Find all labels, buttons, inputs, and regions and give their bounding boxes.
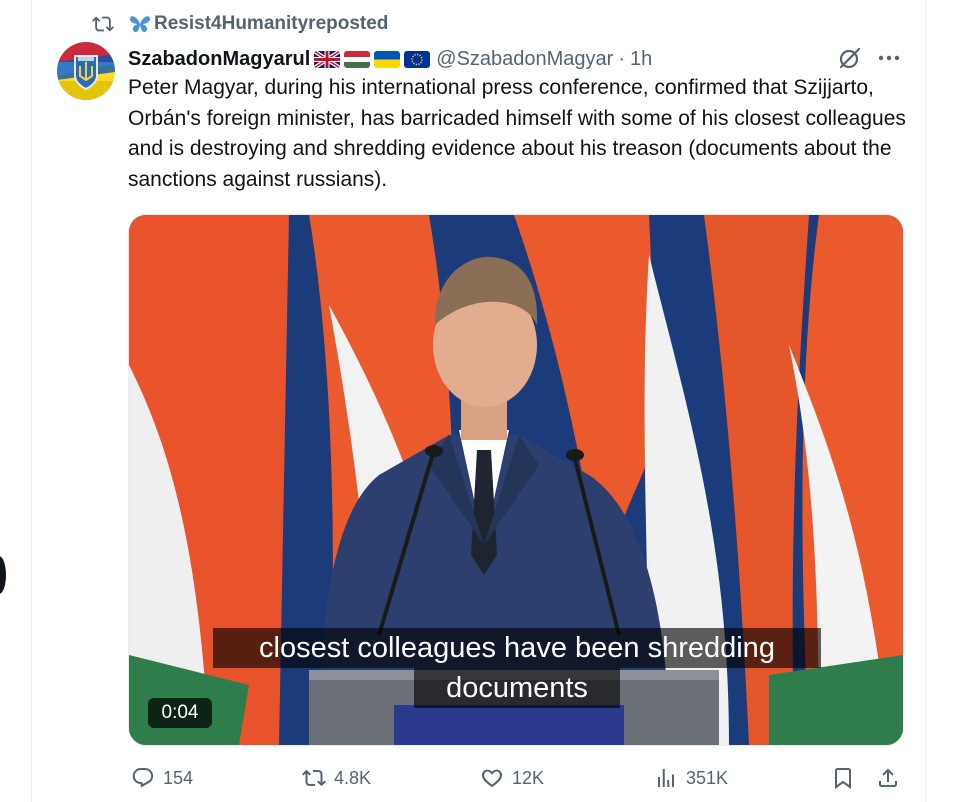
repost-suffix: reposted: [308, 13, 389, 34]
views-button[interactable]: 351K: [654, 762, 728, 794]
tweet-actions: 154 4.8K 12K 351K: [0, 762, 960, 794]
bookmark-button[interactable]: [831, 762, 863, 794]
repost-user[interactable]: Resist4Humanity: [154, 13, 308, 35]
timeline-left-border: [31, 0, 32, 802]
reply-button[interactable]: 154: [131, 762, 193, 794]
views-icon: [658, 769, 674, 787]
eu-flag-icon: [404, 50, 431, 68]
reply-count: 154: [163, 767, 194, 788]
views-count: 351K: [686, 767, 729, 788]
display-name[interactable]: SzabadonMagyarul: [128, 48, 310, 71]
ukraine-flag-icon: [374, 50, 401, 68]
timestamp-link[interactable]: 1h: [630, 48, 652, 71]
repost-button[interactable]: 4.8K: [302, 762, 371, 794]
video-caption-line-1: closest colleagues have been shredding: [213, 628, 821, 668]
separator-dot: ·: [618, 47, 626, 70]
repost-icon: [302, 769, 326, 787]
reply-icon: [132, 768, 154, 788]
offscreen-element-edge: [0, 556, 6, 594]
tweet-text: Peter Magyar, during his international p…: [128, 76, 906, 191]
heart-icon: [481, 769, 503, 788]
video-player[interactable]: closest colleagues have been shredding d…: [128, 214, 904, 746]
share-icon: [879, 768, 897, 787]
repost-count: 4.8K: [334, 767, 372, 788]
like-count: 12K: [512, 767, 545, 788]
like-button[interactable]: 12K: [480, 762, 544, 794]
handle[interactable]: @SzabadonMagyar: [436, 48, 613, 71]
hungary-flag-icon: [344, 50, 371, 68]
more-options-icon[interactable]: [876, 48, 902, 68]
video-caption-line-2: documents: [414, 668, 620, 708]
repost-icon: [92, 16, 114, 32]
bookmark-icon: [835, 768, 851, 789]
video-timestamp: 0:04: [148, 698, 212, 728]
uk-flag-icon: [314, 50, 341, 68]
share-button[interactable]: [876, 762, 908, 794]
tweet-header: SzabadonMagyarul @SzabadonMagyar · 1h: [128, 44, 652, 74]
grok-icon[interactable]: [837, 45, 863, 71]
timeline-right-border: [925, 0, 926, 802]
butterfly-icon: [130, 16, 150, 33]
repost-context[interactable]: Resist4Humanity reposted: [92, 11, 388, 37]
avatar[interactable]: [57, 42, 115, 100]
